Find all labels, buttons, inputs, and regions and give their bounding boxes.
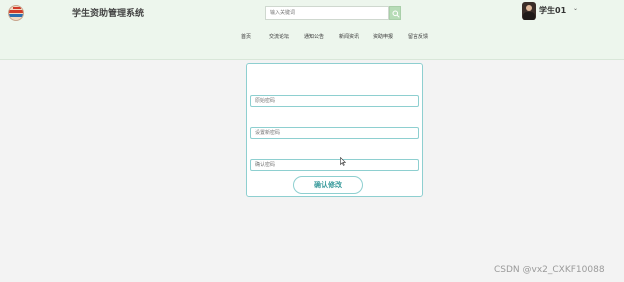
confirm-change-button[interactable]: 确认修改 xyxy=(293,176,363,194)
search-button[interactable] xyxy=(389,6,401,20)
old-password-field[interactable] xyxy=(250,95,419,107)
nav-item-feedback[interactable]: 留言反馈 xyxy=(408,33,428,40)
header: 学生资助管理系统 学生01 ⌄ 首页 交流论坛 通知公告 新闻资讯 资助申报 留… xyxy=(0,0,624,60)
nav-item-news[interactable]: 新闻资讯 xyxy=(339,33,359,40)
nav-item-home[interactable]: 首页 xyxy=(241,33,251,40)
main-nav: 首页 交流论坛 通知公告 新闻资讯 资助申报 留言反馈 xyxy=(0,33,624,45)
search-input[interactable] xyxy=(265,6,389,20)
search-icon xyxy=(392,10,400,18)
site-logo-icon[interactable] xyxy=(8,5,24,21)
mouse-cursor-icon xyxy=(340,157,346,166)
site-title: 学生资助管理系统 xyxy=(72,9,145,19)
new-password-field[interactable] xyxy=(250,127,419,139)
user-name[interactable]: 学生01 xyxy=(539,5,566,16)
chevron-down-icon[interactable]: ⌄ xyxy=(573,5,578,12)
nav-item-forum[interactable]: 交流论坛 xyxy=(269,33,289,40)
nav-item-notices[interactable]: 通知公告 xyxy=(304,33,324,40)
change-password-card: 确认修改 xyxy=(246,63,423,197)
confirm-password-field[interactable] xyxy=(250,159,419,171)
nav-item-aid-application[interactable]: 资助申报 xyxy=(373,33,393,40)
watermark: CSDN @vx2_CXKF10088 xyxy=(494,265,605,275)
user-avatar[interactable] xyxy=(522,2,536,20)
